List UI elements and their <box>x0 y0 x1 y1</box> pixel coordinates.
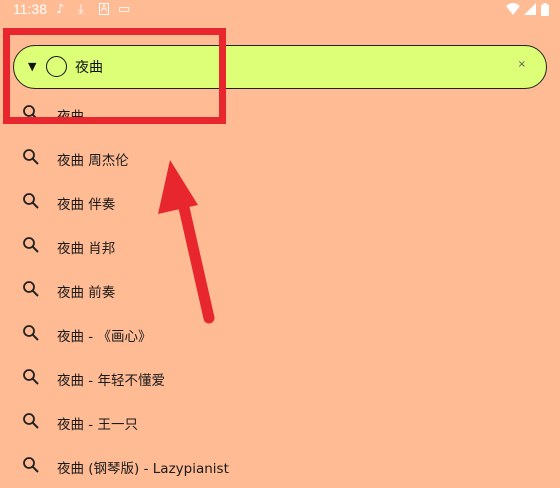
annotation-arrow <box>158 160 215 324</box>
